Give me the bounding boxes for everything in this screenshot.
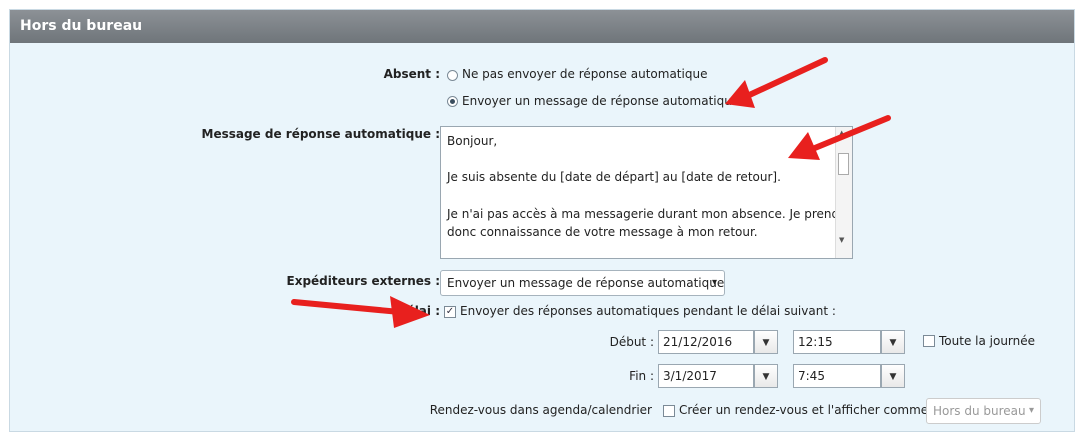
annotation-arrow: [725, 57, 828, 108]
create-appointment-label[interactable]: Créer un rendez-vous et l'afficher comme…: [679, 403, 936, 417]
start-date-dropdown[interactable]: ▼: [754, 330, 778, 354]
end-time-dropdown[interactable]: ▼: [881, 364, 905, 388]
chevron-down-icon: ▼: [889, 372, 897, 382]
start-time-dropdown[interactable]: ▼: [881, 330, 905, 354]
chevron-down-icon: ▼: [762, 338, 770, 348]
all-day-checkbox[interactable]: [923, 335, 935, 347]
chevron-down-icon: ▼: [889, 338, 897, 348]
end-date-dropdown[interactable]: ▼: [754, 364, 778, 388]
annotation-arrow: [291, 296, 430, 328]
auto-reply-label: Message de réponse automatique :: [201, 127, 441, 141]
external-senders-value: Envoyer un message de réponse automatiqu…: [447, 276, 725, 290]
show-as-value: Hors du bureau: [933, 404, 1026, 418]
external-senders-label: Expéditeurs externes :: [286, 274, 441, 288]
radio-send-reply-label[interactable]: Envoyer un message de réponse automatiqu…: [462, 94, 739, 108]
scroll-down-icon[interactable]: ▼: [839, 236, 844, 244]
external-senders-select[interactable]: Envoyer un message de réponse automatiqu…: [440, 270, 725, 296]
annotation-arrow: [788, 115, 891, 160]
create-appointment-checkbox[interactable]: [663, 405, 675, 417]
auto-reply-line: Je n'ai pas accès à ma messagerie durant…: [447, 207, 853, 221]
all-day-label[interactable]: Toute la journée: [939, 334, 1035, 348]
auto-reply-line: Bonjour,: [447, 134, 498, 148]
start-date-input[interactable]: 21/12/2016: [658, 330, 754, 354]
start-label: Début :: [609, 335, 654, 349]
end-date-input[interactable]: 3/1/2017: [658, 364, 754, 388]
delay-checkbox[interactable]: ✓: [444, 306, 456, 318]
start-time-input[interactable]: 12:15: [793, 330, 881, 354]
chevron-down-icon: ▾: [711, 277, 717, 288]
radio-send-reply[interactable]: [447, 96, 458, 107]
auto-reply-line: Je suis absente du [date de départ] au […: [447, 170, 781, 184]
calendar-label: Rendez-vous dans agenda/calendrier: [429, 403, 652, 417]
panel-title: Hors du bureau: [10, 10, 1074, 43]
delay-checkbox-label[interactable]: Envoyer des réponses automatiques pendan…: [460, 304, 836, 318]
radio-no-reply-label[interactable]: Ne pas envoyer de réponse automatique: [462, 67, 707, 81]
chevron-down-icon: ▼: [762, 372, 770, 382]
radio-no-reply[interactable]: [447, 70, 458, 81]
chevron-down-icon: ▾: [1028, 405, 1034, 416]
end-label: Fin :: [629, 369, 654, 383]
auto-reply-line: donc connaissance de votre message à mon…: [447, 225, 758, 239]
show-as-select: Hors du bureau ▾: [926, 398, 1041, 424]
end-time-input[interactable]: 7:45: [793, 364, 881, 388]
absent-label: Absent :: [383, 67, 440, 81]
out-of-office-panel: Hors du bureau Absent : Ne pas envoyer d…: [9, 9, 1075, 432]
